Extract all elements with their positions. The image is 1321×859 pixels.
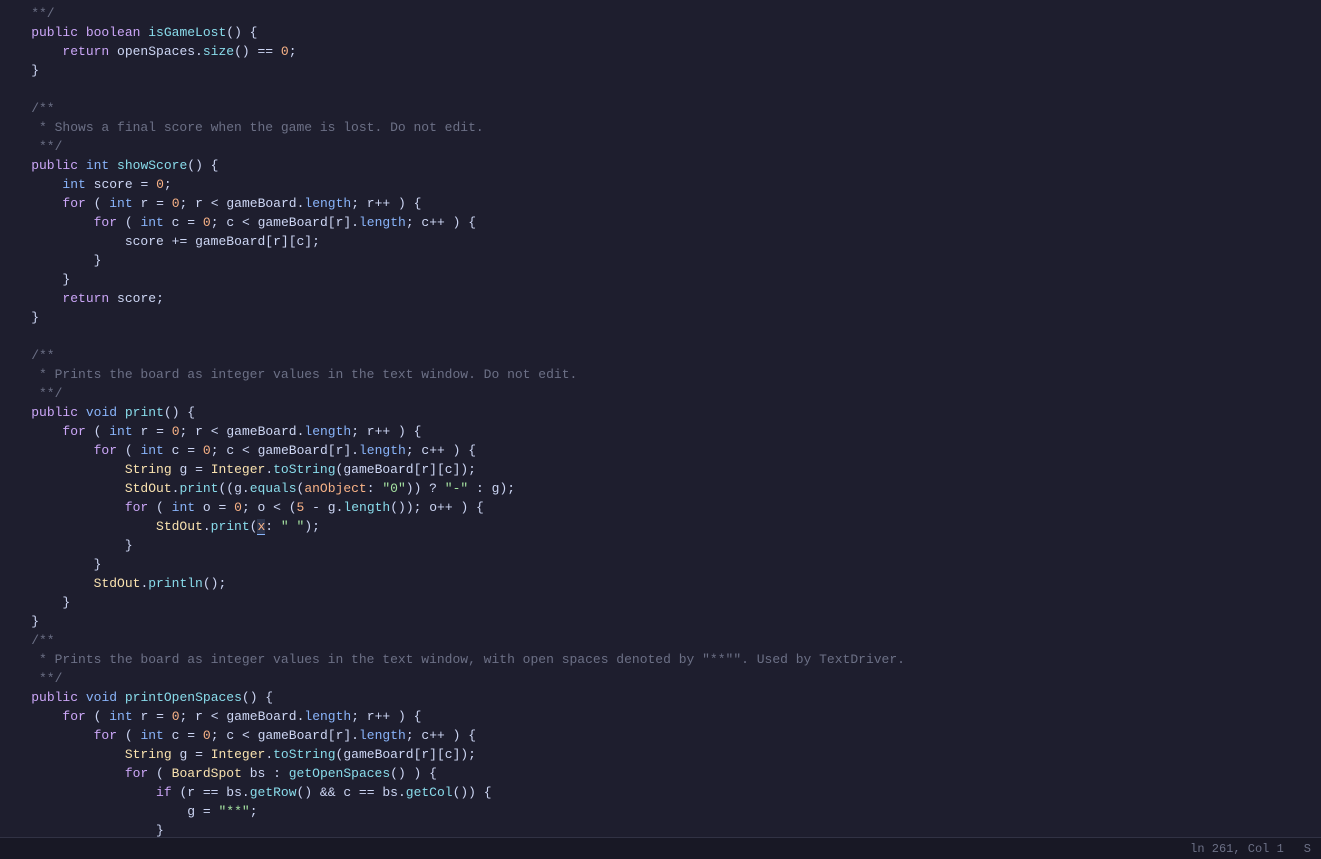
code-line: for ( int r = 0; r < gameBoard.length; r…: [0, 194, 1321, 213]
code-line: public boolean isGameLost() {: [0, 23, 1321, 42]
code-line: **/: [0, 384, 1321, 403]
code-line: **/: [0, 137, 1321, 156]
code-line: * Prints the board as integer values in …: [0, 650, 1321, 669]
code-line: for ( int c = 0; c < gameBoard[r].length…: [0, 726, 1321, 745]
code-line: * Prints the board as integer values in …: [0, 365, 1321, 384]
code-line: score += gameBoard[r][c];: [0, 232, 1321, 251]
code-line: for ( int r = 0; r < gameBoard.length; r…: [0, 707, 1321, 726]
code-line: return score;: [0, 289, 1321, 308]
code-line: **/: [0, 4, 1321, 23]
code-line: /**: [0, 346, 1321, 365]
code-line: return openSpaces.size() == 0;: [0, 42, 1321, 61]
code-line: public int showScore() {: [0, 156, 1321, 175]
code-line: **/: [0, 669, 1321, 688]
code-line: String g = Integer.toString(gameBoard[r]…: [0, 745, 1321, 764]
code-line: for ( int c = 0; c < gameBoard[r].length…: [0, 441, 1321, 460]
code-line: }: [0, 308, 1321, 327]
code-line: StdOut.print(x: " ");: [0, 517, 1321, 536]
code-line: }: [0, 821, 1321, 837]
code-line: }: [0, 612, 1321, 631]
status-extra: S: [1304, 842, 1311, 856]
code-line: int score = 0;: [0, 175, 1321, 194]
code-line: * Shows a final score when the game is l…: [0, 118, 1321, 137]
code-line: for ( BoardSpot bs : getOpenSpaces() ) {: [0, 764, 1321, 783]
code-line: StdOut.print((g.equals(anObject: "0")) ?…: [0, 479, 1321, 498]
code-line: g = "**";: [0, 802, 1321, 821]
code-line: if (r == bs.getRow() && c == bs.getCol()…: [0, 783, 1321, 802]
code-line: }: [0, 555, 1321, 574]
code-line: }: [0, 536, 1321, 555]
code-line: public void printOpenSpaces() {: [0, 688, 1321, 707]
code-line: }: [0, 61, 1321, 80]
code-line: }: [0, 251, 1321, 270]
code-line: StdOut.println();: [0, 574, 1321, 593]
code-line: }: [0, 270, 1321, 289]
code-line: public void print() {: [0, 403, 1321, 422]
code-line: for ( int c = 0; c < gameBoard[r].length…: [0, 213, 1321, 232]
code-line: [0, 327, 1321, 346]
code-line: }: [0, 593, 1321, 612]
code-editor[interactable]: **/ public boolean isGameLost() { return…: [0, 0, 1321, 837]
status-bar: ln 261, Col 1 S: [0, 837, 1321, 859]
code-line: String g = Integer.toString(gameBoard[r]…: [0, 460, 1321, 479]
code-line: for ( int r = 0; r < gameBoard.length; r…: [0, 422, 1321, 441]
code-line: /**: [0, 631, 1321, 650]
code-line: for ( int o = 0; o < (5 - g.length()); o…: [0, 498, 1321, 517]
code-line: [0, 80, 1321, 99]
code-line: /**: [0, 99, 1321, 118]
cursor-position: ln 261, Col 1: [1190, 842, 1284, 856]
